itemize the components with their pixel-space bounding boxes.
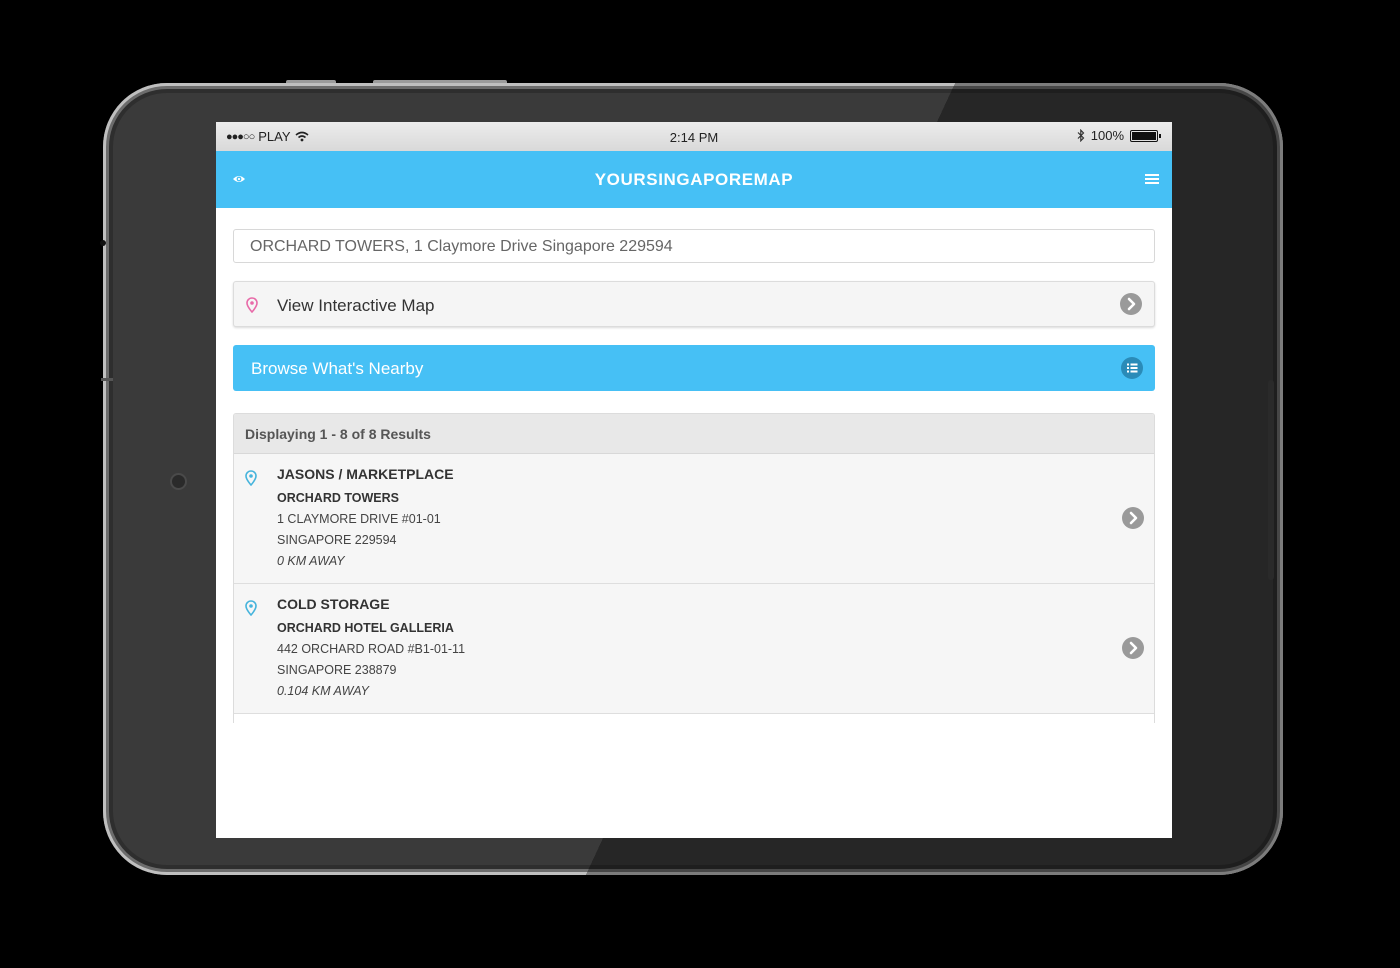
battery-icon — [1130, 129, 1161, 142]
location-pin-icon — [245, 470, 257, 486]
list-item[interactable]: COLD STORAGE ORCHARD HOTEL GALLERIA 442 … — [234, 584, 1154, 714]
tablet-side-edge — [101, 378, 113, 381]
status-right: 100% — [1077, 128, 1161, 143]
address-field[interactable]: ORCHARD TOWERS, 1 Claymore Drive Singapo… — [233, 229, 1155, 263]
battery-percent: 100% — [1090, 128, 1124, 143]
list-item[interactable]: JASONS / MARKETPLACE ORCHARD TOWERS 1 CL… — [234, 454, 1154, 584]
list-icon — [1121, 357, 1143, 379]
list-item-text: JASONS / MARKETPLACE ORCHARD TOWERS 1 CL… — [277, 466, 454, 568]
app-title: YOURSINGAPOREMAP — [594, 170, 794, 189]
place-address-line: 442 ORCHARD ROAD #B1-01-11 — [277, 642, 466, 656]
place-distance: 0 KM AWAY — [277, 554, 345, 568]
map-button-label: View Interactive Map — [277, 296, 435, 315]
map-pin-icon — [246, 297, 258, 313]
results-summary: Displaying 1 - 8 of 8 Results — [234, 414, 1154, 454]
app-header: YOURSINGAPOREMAP — [216, 151, 1172, 208]
place-address-line: SINGAPORE 238879 — [277, 663, 397, 677]
chevron-right-icon — [1120, 293, 1142, 315]
chevron-right-icon — [1122, 637, 1144, 659]
hamburger-menu-icon[interactable] — [1145, 173, 1159, 185]
tablet-side-slot — [100, 240, 106, 246]
place-name: COLD STORAGE — [277, 596, 390, 612]
place-building: ORCHARD HOTEL GALLERIA — [277, 621, 454, 635]
place-distance: 0.104 KM AWAY — [277, 684, 369, 698]
browse-nearby-button[interactable]: Browse What's Nearby — [233, 345, 1155, 391]
status-time: 2:14 PM — [669, 130, 719, 145]
nearby-button-label: Browse What's Nearby — [251, 359, 424, 378]
app-screen: ●●●○○ PLAY 2:14 PM 100% YOURSINGAPOREMAP — [216, 122, 1172, 838]
results-list: Displaying 1 - 8 of 8 Results JASONS / M… — [233, 413, 1155, 723]
place-address-line: 1 CLAYMORE DRIVE #01-01 — [277, 512, 441, 526]
tablet-right-edge — [1268, 380, 1274, 580]
front-camera — [170, 473, 187, 490]
place-building: ORCHARD TOWERS — [277, 491, 399, 505]
place-address-line: SINGAPORE 229594 — [277, 533, 397, 547]
bluetooth-icon — [1077, 129, 1085, 142]
place-name: JASONS / MARKETPLACE — [277, 466, 454, 482]
view-interactive-map-button[interactable]: View Interactive Map — [233, 281, 1155, 327]
list-item-text: COLD STORAGE ORCHARD HOTEL GALLERIA 442 … — [277, 596, 465, 698]
location-pin-icon — [245, 600, 257, 616]
chevron-right-icon — [1122, 507, 1144, 529]
status-bar: ●●●○○ PLAY 2:14 PM 100% — [216, 122, 1172, 151]
